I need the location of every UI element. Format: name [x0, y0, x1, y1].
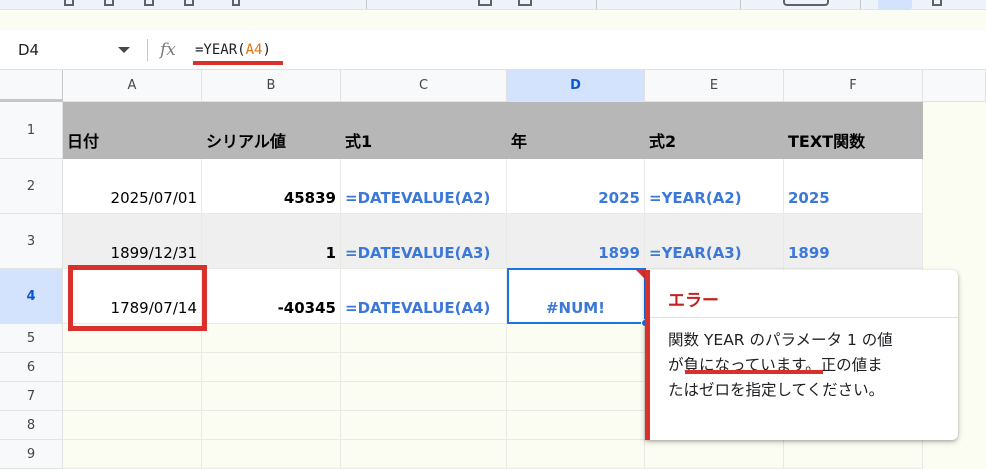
row-header-5[interactable]: 5 — [0, 324, 63, 353]
formula-bar: D4 fx =YEAR(A4) — [0, 30, 986, 70]
error-highlight-underline — [685, 370, 823, 374]
header-cell[interactable]: TEXT関数 — [784, 102, 923, 159]
bold-button[interactable] — [878, 0, 912, 10]
cell-a9[interactable] — [63, 440, 202, 469]
redo-icon[interactable] — [104, 0, 114, 6]
cell-f3[interactable]: 1899 — [784, 214, 923, 269]
decrease-icon[interactable] — [478, 0, 492, 6]
tooltip-divider — [650, 317, 958, 318]
row-header-4[interactable]: 4 — [0, 269, 63, 324]
cell-a6[interactable] — [63, 353, 202, 382]
cell-d6[interactable] — [507, 353, 645, 382]
formula-reference: A4 — [245, 42, 263, 58]
error-indicator-icon[interactable] — [636, 270, 645, 279]
cell-a3[interactable]: 1899/12/31 — [63, 214, 202, 269]
font-size-box[interactable] — [783, 0, 829, 6]
cell-b4[interactable]: -40345 — [202, 269, 341, 324]
cell-b5[interactable] — [202, 324, 341, 353]
error-message-line: が負になっています。正の値ま — [668, 356, 883, 374]
cell-d2[interactable]: 2025 — [507, 159, 645, 214]
cell-a2[interactable]: 2025/07/01 — [63, 159, 202, 214]
error-tooltip: エラー 関数 YEAR のパラメータ 1 の値 が負になっています。正の値ま た… — [645, 270, 958, 440]
row-header-9[interactable]: 9 — [0, 440, 63, 469]
cell-e2[interactable]: =YEAR(A2) — [645, 159, 784, 214]
print-icon[interactable] — [144, 0, 154, 6]
toolbar-separator — [596, 0, 597, 9]
cell-c6[interactable] — [341, 353, 507, 382]
paint-format-icon[interactable] — [184, 0, 194, 6]
cell-c4[interactable]: =DATEVALUE(A4) — [341, 269, 507, 324]
cell-f2[interactable]: 2025 — [784, 159, 923, 214]
column-header-g[interactable] — [923, 70, 986, 102]
cell-d8[interactable] — [507, 411, 645, 440]
formula-suffix: ) — [262, 42, 271, 58]
row-header-7[interactable]: 7 — [0, 382, 63, 411]
toolbar — [0, 0, 986, 10]
cell-f9[interactable] — [784, 440, 923, 469]
cell-b6[interactable] — [202, 353, 341, 382]
cell-c3[interactable]: =DATEVALUE(A3) — [341, 214, 507, 269]
error-message-line: たはゼロを指定してください。 — [668, 381, 885, 399]
cell-d9[interactable] — [507, 440, 645, 469]
cell-c7[interactable] — [341, 382, 507, 411]
error-message: 関数 YEAR のパラメータ 1 の値 が負になっています。正の値ま たはゼロを… — [668, 328, 948, 403]
error-title: エラー — [668, 291, 719, 311]
toolbar-separator — [740, 0, 741, 9]
cell-c2[interactable]: =DATEVALUE(A2) — [341, 159, 507, 214]
cell-c5[interactable] — [341, 324, 507, 353]
row-header-6[interactable]: 6 — [0, 353, 63, 382]
toolbar-separator — [366, 0, 367, 9]
header-cell[interactable]: 日付 — [63, 102, 202, 159]
zoom-icon[interactable] — [232, 0, 240, 6]
cell-b3[interactable]: 1 — [202, 214, 341, 269]
header-cell[interactable]: 式1 — [341, 102, 507, 159]
header-cell[interactable]: 式2 — [645, 102, 784, 159]
cell-b8[interactable] — [202, 411, 341, 440]
cell-b7[interactable] — [202, 382, 341, 411]
error-message-line: 関数 YEAR のパラメータ 1 の値 — [668, 331, 893, 349]
formula-highlight-underline — [193, 61, 283, 65]
cell-b9[interactable] — [202, 440, 341, 469]
fx-icon: fx — [160, 40, 176, 60]
cell-c9[interactable] — [341, 440, 507, 469]
undo-icon[interactable] — [64, 0, 74, 6]
row-header-3[interactable]: 3 — [0, 214, 63, 269]
row-header-2[interactable]: 2 — [0, 159, 63, 214]
column-header-e[interactable]: E — [645, 70, 784, 102]
header-cell[interactable]: 年 — [507, 102, 645, 159]
row-header-8[interactable]: 8 — [0, 411, 63, 440]
formula-prefix: =YEAR( — [195, 42, 246, 58]
cell-e3[interactable]: =YEAR(A3) — [645, 214, 784, 269]
cell-d5[interactable] — [507, 324, 645, 353]
toolbar-separator — [860, 0, 861, 9]
cell-e9[interactable] — [645, 440, 784, 469]
cell-d3[interactable]: 1899 — [507, 214, 645, 269]
header-cell[interactable]: シリアル値 — [202, 102, 341, 159]
select-all-corner[interactable] — [0, 70, 63, 102]
annotation-highlight-box — [68, 265, 207, 331]
formula-bar-separator — [147, 39, 148, 61]
column-header-d[interactable]: D — [507, 70, 645, 102]
increase-icon[interactable] — [518, 0, 532, 6]
cell-a7[interactable] — [63, 382, 202, 411]
row-header-1[interactable]: 1 — [0, 102, 63, 159]
chevron-down-icon[interactable] — [118, 47, 130, 53]
cell-a8[interactable] — [63, 411, 202, 440]
cell-c8[interactable] — [341, 411, 507, 440]
column-header-f[interactable]: F — [784, 70, 923, 102]
cell-d7[interactable] — [507, 382, 645, 411]
italic-icon[interactable] — [932, 0, 942, 6]
column-header-c[interactable]: C — [341, 70, 507, 102]
active-cell-border — [507, 268, 646, 324]
column-header-b[interactable]: B — [202, 70, 341, 102]
column-header-a[interactable]: A — [63, 70, 202, 102]
cell-b2[interactable]: 45839 — [202, 159, 341, 214]
name-box[interactable]: D4 — [18, 30, 39, 70]
